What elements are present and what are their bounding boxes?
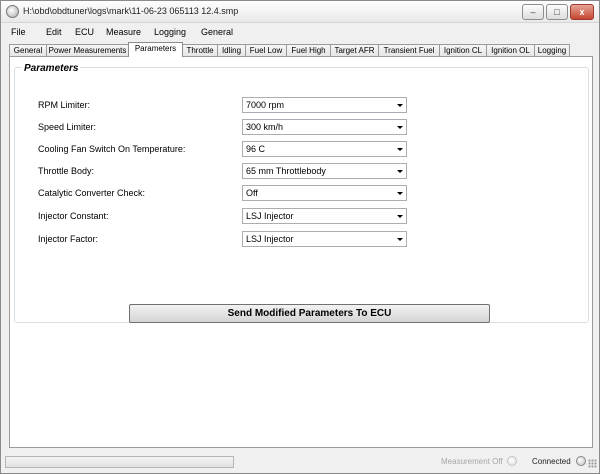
dropdown-arrow-icon [397,170,403,173]
menu-general[interactable]: General [201,27,233,37]
measurement-status: Measurement Off [441,457,503,466]
resize-grip-icon[interactable] [588,459,597,468]
app-icon [6,5,19,18]
progress-bar [5,456,234,468]
app-window: H:\obd\obdtuner\logs\mark\11-06-23 06511… [0,0,600,474]
injector-factor-label: Injector Factor: [38,234,99,244]
injector-constant-select[interactable]: LSJ Injector [242,208,407,224]
close-button[interactable]: x [570,4,594,20]
injector-factor-value: LSJ Injector [246,234,294,244]
rpm-limiter-label: RPM Limiter: [38,100,91,110]
measurement-indicator-icon [507,456,517,466]
connection-indicator-icon [576,456,586,466]
catalytic-check-select[interactable]: Off [242,185,407,201]
minimize-button[interactable]: – [522,4,544,20]
tab-parameters[interactable]: Parameters [128,42,183,57]
tab-strip: General Power Measurements Parameters Th… [9,42,593,57]
menu-ecu[interactable]: ECU [75,27,94,37]
parameters-group: Parameters RPM Limiter: 7000 rpm Speed L… [14,63,589,323]
dropdown-arrow-icon [397,238,403,241]
speed-limiter-value: 300 km/h [246,122,284,132]
catalytic-check-value: Off [246,188,258,198]
connection-status: Connected [532,457,571,466]
status-bar: Measurement Off Connected [1,452,599,473]
dropdown-arrow-icon [397,148,403,151]
throttle-body-label: Throttle Body: [38,166,95,176]
title-bar: H:\obd\obdtuner\logs\mark\11-06-23 06511… [1,1,599,23]
menu-measure[interactable]: Measure [106,27,141,37]
group-title: Parameters [22,63,81,74]
cooling-fan-label: Cooling Fan Switch On Temperature: [38,144,186,154]
injector-constant-label: Injector Constant: [38,211,109,221]
dropdown-arrow-icon [397,215,403,218]
cooling-fan-value: 96 C [246,144,266,154]
dropdown-arrow-icon [397,192,403,195]
parameters-panel: Parameters RPM Limiter: 7000 rpm Speed L… [9,56,593,448]
injector-factor-select[interactable]: LSJ Injector [242,231,407,247]
speed-limiter-label: Speed Limiter: [38,122,97,132]
window-title: H:\obd\obdtuner\logs\mark\11-06-23 06511… [23,6,239,16]
throttle-body-value: 65 mm Throttlebody [246,166,326,176]
menu-file[interactable]: File [11,27,26,37]
menu-edit[interactable]: Edit [46,27,62,37]
catalytic-check-label: Catalytic Converter Check: [38,188,146,198]
dropdown-arrow-icon [397,126,403,129]
send-parameters-button[interactable]: Send Modified Parameters To ECU [129,304,490,323]
menu-bar: File Edit ECU Measure Logging General [1,24,599,41]
rpm-limiter-select[interactable]: 7000 rpm [242,97,407,113]
cooling-fan-select[interactable]: 96 C [242,141,407,157]
rpm-limiter-value: 7000 rpm [246,100,285,110]
menu-logging[interactable]: Logging [154,27,186,37]
dropdown-arrow-icon [397,104,403,107]
speed-limiter-select[interactable]: 300 km/h [242,119,407,135]
injector-constant-value: LSJ Injector [246,211,294,221]
maximize-button[interactable]: □ [546,4,568,20]
throttle-body-select[interactable]: 65 mm Throttlebody [242,163,407,179]
